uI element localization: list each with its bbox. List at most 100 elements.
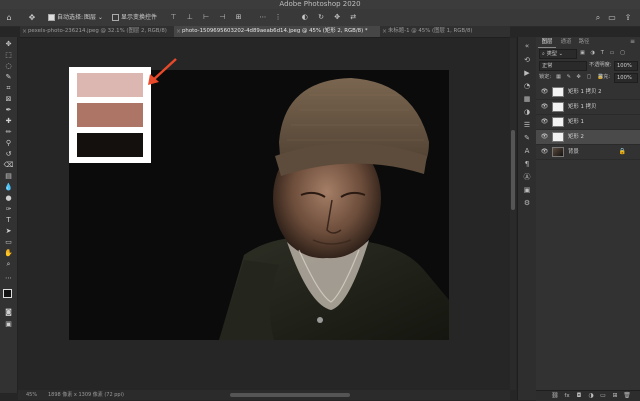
layer-row[interactable]: 👁 矩形 1 (536, 115, 640, 130)
brush-tool-icon[interactable]: ✏ (2, 127, 15, 137)
vertical-scrollbar[interactable] (510, 38, 516, 390)
pen-tool-icon[interactable]: ✑ (2, 204, 15, 214)
swatch-rose-brown[interactable] (77, 103, 143, 127)
collapse-panels-icon[interactable]: « (522, 41, 532, 51)
quick-select-tool-icon[interactable]: ✎ (2, 72, 15, 82)
panel-menu-icon[interactable]: ≡ (630, 37, 635, 47)
foreground-color-swatch[interactable] (3, 289, 12, 298)
quick-mask-icon[interactable]: ◙ (2, 307, 15, 317)
3d-mode-icons[interactable]: ◐ ↻ ✥ ⇄ ▭ (296, 9, 366, 38)
gradient-tool-icon[interactable]: ▤ (2, 171, 15, 181)
tab-pexels[interactable]: × pexels-photo-236214.jpeg @ 32.1% (图层 2,… (20, 26, 174, 37)
adjustments-icon[interactable]: ◑ (522, 107, 532, 117)
close-icon[interactable]: × (22, 26, 27, 37)
swatch-light-pink[interactable] (77, 73, 143, 97)
layer-row-selected[interactable]: 👁 矩形 2 (536, 130, 640, 145)
clone-stamp-tool-icon[interactable]: ⚲ (2, 138, 15, 148)
app-title: Adobe Photoshop 2020 (279, 0, 361, 8)
transform-controls-label: 显示变换控件 (121, 14, 158, 21)
visibility-eye-icon[interactable]: 👁 (540, 117, 549, 127)
frame-tool-icon[interactable]: ⊠ (2, 94, 15, 104)
layer-name[interactable]: 背景 (568, 145, 579, 159)
eraser-tool-icon[interactable]: ⌫ (2, 160, 15, 170)
workspace-icon[interactable]: ▭ (606, 9, 618, 26)
layers-footer: ⛓ fx ◘ ◑ ▭ ⊞ 🗑 (536, 390, 640, 401)
filter-icons[interactable]: ▣ ◑ T ▭ ▢ (580, 49, 627, 57)
layer-select-dropdown[interactable]: 图层 ⌄ (84, 9, 106, 26)
search-icon[interactable]: ⌕ (592, 9, 604, 26)
libraries-icon[interactable]: ▣ (522, 185, 532, 195)
lasso-tool-icon[interactable]: ◌ (2, 61, 15, 71)
blend-mode-dropdown[interactable]: 正常 (539, 61, 587, 71)
layer-name[interactable]: 矩形 1 拷贝 2 (568, 85, 602, 99)
layers-panel: 图层 通道 路径 ≡ ⌕ 类型 ⌄ ▣ ◑ T ▭ ▢ 正常 不透明度: 100… (536, 37, 640, 400)
glyphs-icon[interactable]: Ⓐ (522, 172, 532, 182)
color-icon[interactable]: ◔ (522, 81, 532, 91)
kind-filter-dropdown[interactable]: ⌕ 类型 ⌄ (539, 49, 577, 59)
lock-icon[interactable]: 🔒 (619, 145, 626, 159)
layer-row[interactable]: 👁 矩形 1 拷贝 2 (536, 85, 640, 100)
share-icon[interactable]: ⇪ (622, 9, 634, 26)
layer-name[interactable]: 矩形 1 拷贝 (568, 100, 596, 114)
more-tools-icon[interactable]: ⋯ (2, 273, 15, 283)
actions-icon[interactable]: ▶ (522, 68, 532, 78)
close-icon[interactable]: × (176, 26, 181, 37)
transform-controls-toggle[interactable]: 显示变换控件 (112, 9, 157, 26)
blur-tool-icon[interactable]: 💧 (2, 182, 15, 192)
history-brush-tool-icon[interactable]: ↺ (2, 149, 15, 159)
align-icons[interactable]: ⊤ ⊥ ⊢ ⊣ ⊞ ⊟ (168, 9, 248, 38)
tab-photo-active[interactable]: × photo-1509695603202-4d89aeab6d14.jpeg @… (174, 26, 380, 37)
panel-icon-strip: « ⟲ ▶ ◔ ▦ ◑ ☰ ✎ A ¶ Ⓐ ▣ ⚙ (517, 37, 537, 400)
type-tool-icon[interactable]: T (2, 215, 15, 225)
document-info: 1898 像素 x 1309 像素 (72 ppi) (48, 392, 124, 398)
fill-input[interactable]: 100% (614, 73, 638, 83)
arrow-shaft (151, 58, 177, 82)
horizontal-scroll-thumb[interactable] (230, 393, 350, 397)
opacity-input[interactable]: 100% (614, 61, 638, 71)
vertical-scroll-thumb[interactable] (511, 130, 515, 210)
close-icon[interactable]: × (382, 26, 387, 37)
visibility-eye-icon[interactable]: 👁 (540, 132, 549, 142)
history-icon[interactable]: ⟲ (522, 55, 532, 65)
move-tool-icon[interactable]: ✥ (24, 9, 40, 26)
auto-select-toggle[interactable]: 自动选择: (48, 9, 83, 26)
layer-name[interactable]: 矩形 2 (568, 130, 584, 144)
properties-icon[interactable]: ☰ (522, 120, 532, 130)
home-icon[interactable]: ⌂ (2, 9, 16, 26)
crop-tool-icon[interactable]: ⌗ (2, 83, 15, 93)
layer-row[interactable]: 👁 矩形 1 拷贝 (536, 100, 640, 115)
layer-name[interactable]: 矩形 1 (568, 115, 584, 129)
marquee-tool-icon[interactable]: ⬚ (2, 50, 15, 60)
transform-controls-checkbox[interactable] (112, 14, 119, 21)
auto-select-checkbox[interactable] (48, 14, 55, 21)
hand-tool-icon[interactable]: ✋ (2, 248, 15, 258)
move-tool-icon[interactable]: ✥ (2, 39, 15, 49)
tab-channels[interactable]: 通道 (558, 37, 574, 47)
swatch-near-black[interactable] (77, 133, 143, 157)
tab-layers[interactable]: 图层 (538, 37, 556, 48)
character-icon[interactable]: A (522, 146, 532, 156)
visibility-eye-icon[interactable]: 👁 (540, 147, 549, 157)
tab-untitled[interactable]: × 未标题-1 @ 45% (图层 1, RGB/8) (380, 26, 510, 37)
paragraph-icon[interactable]: ¶ (522, 159, 532, 169)
tab-label: photo-1509695603202-4d89aeab6d14.jpeg @ … (182, 28, 368, 34)
zoom-level[interactable]: 45% (26, 390, 37, 400)
layer-thumbnail (552, 147, 564, 157)
layer-thumbnail (552, 117, 564, 127)
tab-paths[interactable]: 路径 (576, 37, 592, 47)
zoom-tool-icon[interactable]: ⌕ (2, 259, 15, 269)
dodge-tool-icon[interactable]: ● (2, 193, 15, 203)
layer-row-background[interactable]: 👁 背景 🔒 (536, 145, 640, 160)
swatches-icon[interactable]: ▦ (522, 94, 532, 104)
styles-icon[interactable]: ⚙ (522, 198, 532, 208)
visibility-eye-icon[interactable]: 👁 (540, 87, 549, 97)
visibility-eye-icon[interactable]: 👁 (540, 102, 549, 112)
healing-brush-tool-icon[interactable]: ✚ (2, 116, 15, 126)
distribute-icons[interactable]: ⋯ ⋮ ⋯ (254, 9, 290, 38)
eyedropper-tool-icon[interactable]: ✒ (2, 105, 15, 115)
rectangle-tool-icon[interactable]: ▭ (2, 237, 15, 247)
red-arrow-annotation (148, 58, 177, 85)
path-select-tool-icon[interactable]: ➤ (2, 226, 15, 236)
screen-mode-icon[interactable]: ▣ (2, 319, 15, 329)
brush-settings-icon[interactable]: ✎ (522, 133, 532, 143)
